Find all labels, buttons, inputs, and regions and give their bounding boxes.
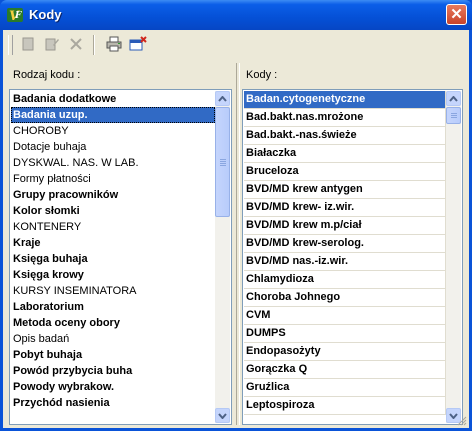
code-row[interactable]: Gorączka Q: [244, 361, 446, 379]
chevron-up-icon: [449, 95, 458, 102]
delete-x-icon: [70, 38, 82, 50]
code-type-item[interactable]: Formy płatności: [11, 171, 215, 187]
code-row[interactable]: Endopasożyty: [244, 343, 446, 361]
code-row[interactable]: Leptospiroza: [244, 397, 446, 415]
code-type-item[interactable]: Dotacje buhaja: [11, 139, 215, 155]
code-type-item[interactable]: DYSKWAL. NAS. W LAB.: [11, 155, 215, 171]
toolbar: [3, 30, 469, 58]
delete-record-button[interactable]: [65, 33, 87, 55]
chevron-up-icon: [218, 95, 227, 102]
code-type-item[interactable]: Laboratorium: [11, 299, 215, 315]
code-type-items: Badania dodatkowe Badania uzup. CHOROBY Dot…: [11, 91, 215, 411]
close-window-icon: [129, 36, 147, 51]
codes-scrollbar[interactable]: [446, 91, 461, 423]
chevron-down-icon: [218, 412, 227, 419]
code-type-item[interactable]: Opis badań: [11, 331, 215, 347]
edit-icon: [45, 38, 59, 51]
code-row[interactable]: BVD/MD krew antygen: [244, 181, 446, 199]
edit-record-button[interactable]: [41, 33, 63, 55]
code-type-item[interactable]: Powód przybycia buha: [11, 363, 215, 379]
code-row[interactable]: Bruceloza: [244, 163, 446, 181]
code-type-item[interactable]: Przychód nasienia: [11, 395, 215, 411]
code-row[interactable]: BVD/MD nas.-iz.wir.: [244, 253, 446, 271]
code-type-item[interactable]: CHOROBY: [11, 123, 215, 139]
code-row[interactable]: Choroba Johnego: [244, 289, 446, 307]
new-document-icon: [22, 37, 34, 51]
printer-icon: [106, 36, 122, 52]
thumb-grip-line: [220, 163, 226, 164]
close-button[interactable]: ✕: [446, 4, 467, 25]
code-type-item[interactable]: Powody wybrakow.: [11, 379, 215, 395]
code-row[interactable]: BVD/MD krew m.p/ciał: [244, 217, 446, 235]
code-type-item[interactable]: Księga buhaja: [11, 251, 215, 267]
thumb-grip-line: [451, 115, 457, 116]
codes-grid[interactable]: Badan.cytogenetyczne Bad.bakt.nas.mrożone…: [242, 89, 463, 425]
thumb-grip-line: [220, 159, 226, 160]
scroll-up-button[interactable]: [446, 91, 461, 106]
code-row[interactable]: BVD/MD krew- iz.wir.: [244, 199, 446, 217]
resize-grip-icon[interactable]: [457, 416, 467, 426]
new-record-button[interactable]: [17, 33, 39, 55]
dialog-client: Rodzaj kodu : Kody : Badania dodatkowe Ba…: [3, 30, 469, 428]
scroll-down-button[interactable]: [215, 408, 230, 423]
thumb-grip-line: [451, 117, 457, 118]
code-type-item[interactable]: Pobyt buhaja: [11, 347, 215, 363]
kody-window: V F Kody ✕ Rodzaj kodu: Kody: Badania …: [0, 0, 472, 431]
code-type-item[interactable]: Grupy pracowników: [11, 187, 215, 203]
code-row[interactable]: DUMPS: [244, 325, 446, 343]
thumb-grip-line: [220, 161, 226, 162]
code-row[interactable]: BVD/MD krew-serolog.: [244, 235, 446, 253]
thumb-grip-line: [451, 113, 457, 114]
code-type-item[interactable]: Badania uzup.: [11, 107, 215, 123]
right-panel-label: Kody :: [246, 69, 278, 81]
codes-grid-items: Badan.cytogenetyczne Bad.bakt.nas.mrożone…: [244, 91, 446, 415]
left-panel-label: Rodzaj kodu :: [13, 69, 81, 81]
code-type-item[interactable]: Metoda oceny obory: [11, 315, 215, 331]
code-row[interactable]: CVM: [244, 307, 446, 325]
window-title: Kody: [29, 7, 62, 22]
code-row[interactable]: Chlamydioza: [244, 271, 446, 289]
svg-text:F: F: [14, 11, 22, 21]
thumb-grip-line: [220, 165, 226, 166]
title-bar[interactable]: V F Kody ✕: [0, 0, 472, 30]
code-row[interactable]: Białaczka: [244, 145, 446, 163]
code-type-item[interactable]: Księga krowy: [11, 267, 215, 283]
toolbar-separator: [93, 35, 95, 55]
code-type-scrollbar[interactable]: [215, 91, 230, 423]
print-button[interactable]: [103, 33, 125, 55]
code-type-item[interactable]: KONTENERY: [11, 219, 215, 235]
code-type-item[interactable]: Kraje: [11, 235, 215, 251]
scroll-thumb[interactable]: [215, 107, 230, 217]
code-type-item[interactable]: Kolor słomki: [11, 203, 215, 219]
panel-splitter[interactable]: [236, 63, 240, 425]
code-row[interactable]: Bad.bakt.nas.mrożone: [244, 109, 446, 127]
scroll-up-button[interactable]: [215, 91, 230, 106]
code-row[interactable]: Badan.cytogenetyczne: [244, 91, 446, 109]
close-window-button[interactable]: [127, 33, 149, 55]
toolbar-grip[interactable]: [8, 35, 13, 55]
code-row[interactable]: Bad.bakt.-nas.świeże: [244, 127, 446, 145]
scroll-thumb[interactable]: [446, 107, 461, 124]
app-icon: V F: [7, 8, 23, 24]
code-type-item[interactable]: Badania dodatkowe: [11, 91, 215, 107]
code-row[interactable]: Gruźlica: [244, 379, 446, 397]
code-type-item[interactable]: KURSY INSEMINATORA: [11, 283, 215, 299]
code-type-list[interactable]: Badania dodatkowe Badania uzup. CHOROBY Dot…: [9, 89, 232, 425]
